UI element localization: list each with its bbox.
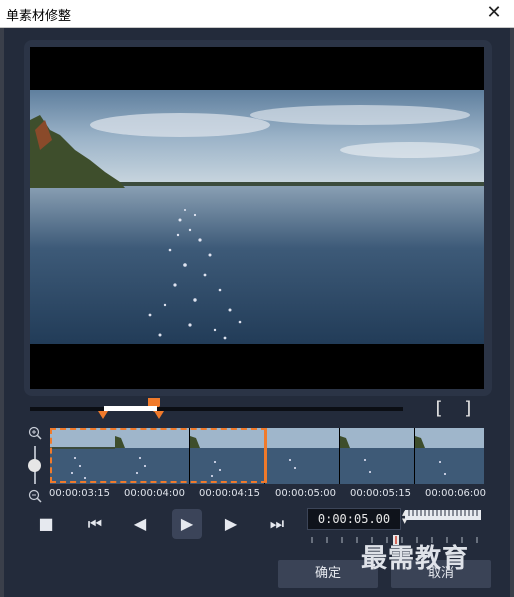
previous-frame-icon[interactable]: ◀ [125, 509, 155, 539]
zoom-in-icon[interactable] [28, 426, 42, 440]
zoom-out-icon[interactable] [28, 489, 42, 503]
timecode-label: 00:00:04:00 [124, 488, 186, 499]
trim-range-box[interactable] [50, 428, 267, 483]
timecode-label: 00:00:06:00 [425, 488, 487, 499]
playhead-marker[interactable] [148, 398, 160, 412]
title-bar: 单素材修整 ✕ [0, 0, 514, 28]
timecode-label: 00:00:03:15 [49, 488, 111, 499]
stop-icon[interactable]: ■ [31, 509, 61, 539]
mark-in-handle[interactable] [98, 411, 108, 419]
trim-selection [104, 406, 157, 411]
timecode-label: 00:00:05:00 [275, 488, 337, 499]
timecode-label: 00:00:04:15 [199, 488, 261, 499]
play-icon[interactable]: ▶ [172, 509, 202, 539]
timecode-input[interactable]: 0:00:05.00 [307, 508, 401, 530]
shuttle-tick-strip[interactable] [405, 510, 481, 520]
mark-out-handle[interactable] [154, 411, 164, 419]
thumbnail-frame[interactable] [265, 428, 339, 484]
trim-track[interactable] [30, 407, 403, 411]
next-frame-icon[interactable]: ▶ [216, 509, 246, 539]
mark-in-button[interactable]: [ [433, 398, 444, 419]
thumbnail-frame[interactable] [415, 428, 484, 484]
thumbnail-frame[interactable] [340, 428, 414, 484]
video-preview [30, 47, 484, 389]
close-icon[interactable]: ✕ [484, 3, 504, 23]
right-edge [510, 28, 514, 597]
go-to-start-icon[interactable]: ⏮ [80, 509, 110, 539]
lake-image [30, 90, 484, 344]
window-title: 单素材修整 [6, 9, 72, 24]
watermark-text: 最需教育 [361, 544, 470, 574]
mark-out-button[interactable]: ] [463, 398, 474, 419]
go-to-end-icon[interactable]: ⏭ [262, 509, 292, 539]
timecode-label: 00:00:05:15 [350, 488, 412, 499]
zoom-slider-handle[interactable] [28, 459, 41, 472]
